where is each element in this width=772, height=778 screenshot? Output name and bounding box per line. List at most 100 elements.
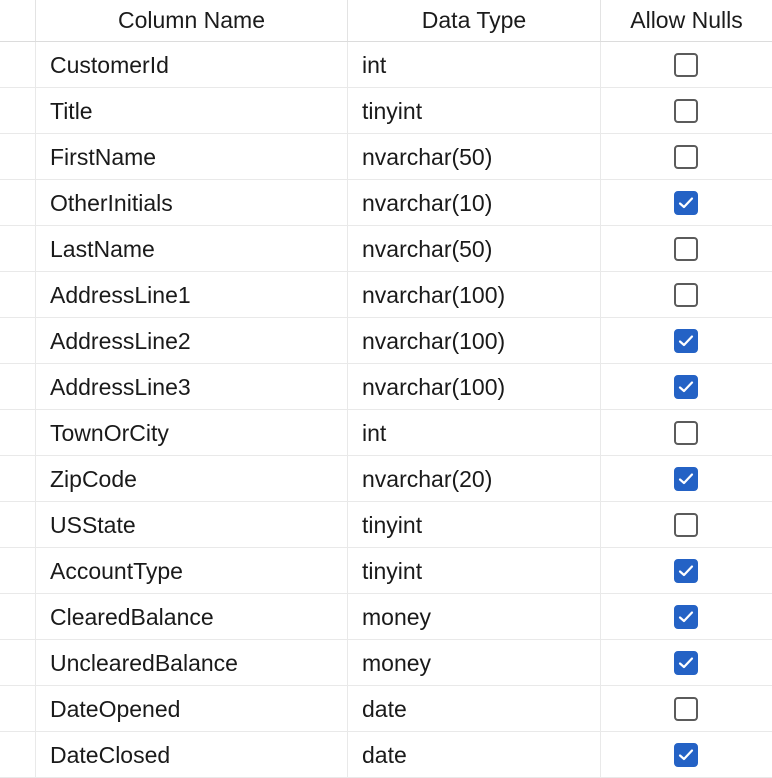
allow-nulls-checkbox[interactable]	[674, 375, 698, 399]
column-name-cell[interactable]: ZipCode	[36, 456, 348, 501]
table-row[interactable]: Title tinyint	[0, 88, 772, 134]
allow-nulls-checkbox[interactable]	[674, 145, 698, 169]
data-type-header[interactable]: Data Type	[348, 0, 601, 41]
table-row[interactable]: AddressLine1 nvarchar(100)	[0, 272, 772, 318]
checkmark-icon	[678, 473, 694, 485]
row-selector[interactable]	[0, 318, 36, 363]
row-selector[interactable]	[0, 88, 36, 133]
grid-rows: CustomerId int Title tinyint FirstName n…	[0, 42, 772, 778]
column-name-cell[interactable]: USState	[36, 502, 348, 547]
column-name-cell[interactable]: LastName	[36, 226, 348, 271]
allow-nulls-checkbox[interactable]	[674, 697, 698, 721]
data-type-cell[interactable]: tinyint	[348, 88, 601, 133]
table-row[interactable]: DateClosed date	[0, 732, 772, 778]
data-type-cell[interactable]: tinyint	[348, 548, 601, 593]
table-row[interactable]: AddressLine3 nvarchar(100)	[0, 364, 772, 410]
row-selector[interactable]	[0, 548, 36, 593]
column-name-cell[interactable]: CustomerId	[36, 42, 348, 87]
data-type-cell[interactable]: nvarchar(100)	[348, 318, 601, 363]
row-selector[interactable]	[0, 134, 36, 179]
allow-nulls-checkbox[interactable]	[674, 651, 698, 675]
column-name-cell[interactable]: UnclearedBalance	[36, 640, 348, 685]
allow-nulls-cell	[601, 180, 772, 225]
allow-nulls-checkbox[interactable]	[674, 283, 698, 307]
table-row[interactable]: DateOpened date	[0, 686, 772, 732]
checkmark-icon	[678, 335, 694, 347]
table-row[interactable]: ZipCode nvarchar(20)	[0, 456, 772, 502]
data-type-cell[interactable]: nvarchar(100)	[348, 272, 601, 317]
allow-nulls-checkbox[interactable]	[674, 467, 698, 491]
row-selector[interactable]	[0, 272, 36, 317]
allow-nulls-checkbox[interactable]	[674, 237, 698, 261]
data-type-cell[interactable]: money	[348, 640, 601, 685]
row-selector[interactable]	[0, 594, 36, 639]
row-selector[interactable]	[0, 226, 36, 271]
allow-nulls-cell	[601, 410, 772, 455]
allow-nulls-header[interactable]: Allow Nulls	[601, 0, 772, 41]
column-name-cell[interactable]: OtherInitials	[36, 180, 348, 225]
row-selector[interactable]	[0, 640, 36, 685]
data-type-cell[interactable]: date	[348, 732, 601, 777]
column-name-cell[interactable]: TownOrCity	[36, 410, 348, 455]
allow-nulls-cell	[601, 272, 772, 317]
table-row[interactable]: LastName nvarchar(50)	[0, 226, 772, 272]
column-name-cell[interactable]: Title	[36, 88, 348, 133]
column-name-cell[interactable]: FirstName	[36, 134, 348, 179]
row-selector[interactable]	[0, 456, 36, 501]
column-name-cell[interactable]: ClearedBalance	[36, 594, 348, 639]
column-name-header[interactable]: Column Name	[36, 0, 348, 41]
allow-nulls-checkbox[interactable]	[674, 329, 698, 353]
checkmark-icon	[678, 611, 694, 623]
allow-nulls-cell	[601, 732, 772, 777]
data-type-cell[interactable]: int	[348, 42, 601, 87]
data-type-cell[interactable]: nvarchar(50)	[348, 226, 601, 271]
table-row[interactable]: CustomerId int	[0, 42, 772, 88]
data-type-cell[interactable]: nvarchar(50)	[348, 134, 601, 179]
allow-nulls-checkbox[interactable]	[674, 191, 698, 215]
table-row[interactable]: ClearedBalance money	[0, 594, 772, 640]
allow-nulls-checkbox[interactable]	[674, 513, 698, 537]
row-selector[interactable]	[0, 732, 36, 777]
allow-nulls-cell	[601, 456, 772, 501]
allow-nulls-checkbox[interactable]	[674, 53, 698, 77]
table-row[interactable]: AddressLine2 nvarchar(100)	[0, 318, 772, 364]
table-row[interactable]: USState tinyint	[0, 502, 772, 548]
row-selector[interactable]	[0, 42, 36, 87]
column-name-cell[interactable]: DateClosed	[36, 732, 348, 777]
allow-nulls-cell	[601, 548, 772, 593]
allow-nulls-cell	[601, 594, 772, 639]
data-type-cell[interactable]: date	[348, 686, 601, 731]
allow-nulls-checkbox[interactable]	[674, 559, 698, 583]
row-selector[interactable]	[0, 364, 36, 409]
table-row[interactable]: UnclearedBalance money	[0, 640, 772, 686]
data-type-cell[interactable]: money	[348, 594, 601, 639]
column-name-cell[interactable]: AddressLine3	[36, 364, 348, 409]
data-type-cell[interactable]: nvarchar(20)	[348, 456, 601, 501]
data-type-cell[interactable]: int	[348, 410, 601, 455]
checkmark-icon	[678, 749, 694, 761]
table-row[interactable]: FirstName nvarchar(50)	[0, 134, 772, 180]
row-selector[interactable]	[0, 180, 36, 225]
allow-nulls-cell	[601, 134, 772, 179]
table-row[interactable]: AccountType tinyint	[0, 548, 772, 594]
allow-nulls-checkbox[interactable]	[674, 421, 698, 445]
data-type-cell[interactable]: tinyint	[348, 502, 601, 547]
table-row[interactable]: OtherInitials nvarchar(10)	[0, 180, 772, 226]
data-type-cell[interactable]: nvarchar(100)	[348, 364, 601, 409]
column-name-cell[interactable]: DateOpened	[36, 686, 348, 731]
allow-nulls-cell	[601, 502, 772, 547]
row-selector[interactable]	[0, 686, 36, 731]
row-selector[interactable]	[0, 410, 36, 455]
table-row[interactable]: TownOrCity int	[0, 410, 772, 456]
row-selector-header[interactable]	[0, 0, 36, 41]
allow-nulls-checkbox[interactable]	[674, 743, 698, 767]
column-name-cell[interactable]: AccountType	[36, 548, 348, 593]
checkmark-icon	[678, 565, 694, 577]
column-name-cell[interactable]: AddressLine2	[36, 318, 348, 363]
column-name-cell[interactable]: AddressLine1	[36, 272, 348, 317]
allow-nulls-checkbox[interactable]	[674, 605, 698, 629]
checkmark-icon	[678, 381, 694, 393]
allow-nulls-checkbox[interactable]	[674, 99, 698, 123]
row-selector[interactable]	[0, 502, 36, 547]
data-type-cell[interactable]: nvarchar(10)	[348, 180, 601, 225]
